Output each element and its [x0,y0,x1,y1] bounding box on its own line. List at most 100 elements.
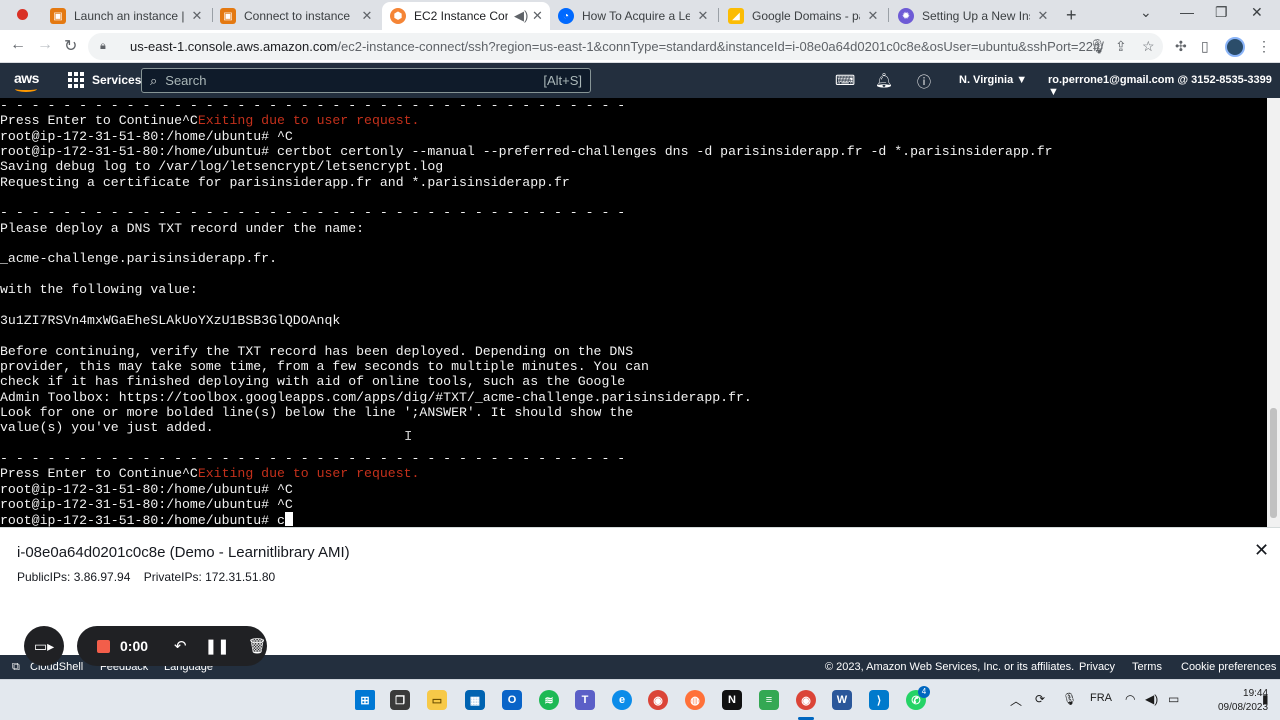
store-icon[interactable]: ▦ [465,690,485,710]
help-icon[interactable]: ⓘ [917,72,931,92]
close-icon[interactable]: ✕ [1036,8,1050,24]
tab-google-domains[interactable]: ◢ Google Domains - parisins ✕ [720,2,888,30]
wifi-icon[interactable]: ◠ [1125,692,1135,706]
word-icon[interactable]: W [832,690,852,710]
cloudshell-footer-icon[interactable]: ⧉ [12,661,20,674]
tab-lets-encrypt[interactable]: ◔ How To Acquire a Let's En ✕ [550,2,718,30]
mute-close-icons[interactable]: ◀) ✕ [514,8,543,24]
notes-icon[interactable]: ≡ [759,690,779,710]
terminal-line-text: Press Enter to Continue^C [0,113,198,129]
terminal-line-text: - - - - - - - - - - - - - - - - - - - - … [0,205,626,221]
cloudshell-icon[interactable]: ⌨︎ [835,72,855,89]
address-bar[interactable]: 🔒︎ us-east-1.console.aws.amazon.com/ec2-… [88,33,1163,60]
privacy-link[interactable]: Privacy [1079,661,1115,673]
tray-chevron-icon[interactable]: ︿ [1010,692,1022,709]
browser-menu-icon[interactable]: ⋮ [1257,38,1271,55]
panel-close-icon[interactable]: ✕ [1254,540,1269,561]
pause-icon[interactable]: ❚❚ [205,637,230,655]
scrollbar-thumb[interactable] [1270,408,1277,518]
tab-label: How To Acquire a Let's En [582,9,690,23]
lock-icon: 🔒︎ [100,40,106,52]
new-tab-icon[interactable]: + [1066,5,1077,26]
teams-icon[interactable]: T [575,690,595,710]
windows-taskbar: ⊞ ❐ ▭ ▦ O ≋ T e ◉ ◍ N ≡ ◉ W ⟩ ✆ 4 ︿ ⟳ 🎙︎… [0,679,1280,720]
chrome-icon[interactable]: ◉ [648,690,668,710]
tab-launch-instance[interactable]: ▣ Launch an instance | EC2 M ✕ [42,2,212,30]
side-panel-icon[interactable]: ▯ [1201,38,1209,55]
tab-connect-instance[interactable]: ▣ Connect to instance | EC2 ✕ [212,2,382,30]
terminal-line-text: root@ip-172-31-51-80:/home/ubuntu# ^C [0,496,293,512]
tab-label: EC2 Instance Connect [414,9,508,23]
maximize-icon[interactable]: ❐ [1215,4,1228,21]
minimize-icon[interactable]: — [1180,4,1194,20]
notifications-icon[interactable]: ▮ [1262,692,1269,706]
notion-icon[interactable]: N [722,690,742,710]
tab-label: Google Domains - parisins [752,9,860,23]
terminal-line-text: root@ip-172-31-51-80:/home/ubuntu# certb… [0,144,1053,160]
terminal-line-text: Please deploy a DNS TXT record under the… [0,220,365,236]
private-ips: PrivateIPs: 172.31.51.80 [143,570,276,584]
notification-badge: 4 [918,686,930,698]
terminal-line: provider, this may take some time, from … [0,359,1267,374]
terminal-scrollbar[interactable] [1267,98,1280,527]
ssh-terminal[interactable]: - - - - - - - - - - - - - - - - - - - - … [0,98,1267,527]
notifications-bell-icon[interactable]: 🔔︎ [875,72,893,89]
system-clock[interactable]: 19:44 09/08/2023 [1218,687,1268,715]
search-placeholder: Search [165,73,207,88]
terminal-line: _acme-challenge.parisinsiderapp.fr. [0,251,1267,266]
tray-microphone-icon[interactable]: 🎙︎ [1062,692,1077,706]
services-label: Services [92,73,142,87]
tab-search-chevron-icon[interactable]: ⌄ [1140,4,1152,21]
tab-setting-up-instance[interactable]: ✹ Setting Up a New Instance ✕ [890,2,1058,30]
terminal-line-text: Saving debug log to /var/log/letsencrypt… [0,159,444,175]
close-icon[interactable]: ✕ [190,8,204,24]
windows-start-icon[interactable]: ⊞ [355,690,375,710]
chrome-active-icon[interactable]: ◉ [796,690,816,710]
window-close-icon[interactable]: ✕ [1251,4,1263,21]
close-icon[interactable]: ✕ [360,8,374,24]
gear-purple-icon: ✹ [898,8,914,24]
camera-toggle-button[interactable]: ▭▸ [24,626,64,666]
aws-logo[interactable]: aws [14,70,39,92]
forward-icon[interactable]: → [37,36,53,54]
outlook-icon[interactable]: O [502,690,522,710]
battery-icon[interactable]: ▭ [1168,692,1179,706]
recording-timer: 0:00 [120,638,149,654]
trash-icon[interactable]: 🗑︎ [248,637,267,655]
extensions-icon[interactable]: ✣ [1175,38,1187,55]
search-input[interactable]: ⌕ Search [Alt+S] [141,68,591,93]
undo-icon[interactable]: ↶ [174,637,187,655]
instance-ips: PublicIPs: 3.86.97.94 PrivateIPs: 172.31… [17,570,285,584]
recording-indicator-icon [17,9,28,20]
microphone-icon[interactable]: 🎙︎ [1089,38,1107,55]
file-explorer-icon[interactable]: ▭ [427,690,447,710]
terminal-line: check if it has finished deploying with … [0,374,1267,389]
close-icon[interactable]: ✕ [696,8,710,24]
bookmark-star-icon[interactable]: ☆ [1142,38,1155,55]
services-menu[interactable]: Services [68,72,141,88]
region-selector[interactable]: N. Virginia ▼ [959,74,1027,86]
cookie-preferences-link[interactable]: Cookie preferences [1181,661,1276,673]
back-icon[interactable]: ← [10,36,26,54]
spotify-icon[interactable]: ≋ [539,690,559,710]
terminal-line-text: _acme-challenge.parisinsiderapp.fr. [0,251,277,267]
task-view-icon[interactable]: ❐ [390,690,410,710]
tab-ec2-instance-connect[interactable]: ⬢ EC2 Instance Connect ◀) ✕ [382,2,550,30]
account-menu[interactable]: ro.perrone1@gmail.com @ 3152-8535-3399 ▼ [1048,74,1280,98]
share-icon[interactable]: ⇪ [1115,38,1127,55]
input-language[interactable]: FRA [1090,692,1112,704]
reload-icon[interactable]: ↻ [64,36,77,56]
close-icon[interactable]: ✕ [866,8,880,24]
terms-link[interactable]: Terms [1132,661,1162,673]
sync-icon[interactable]: ⟳ [1035,692,1045,706]
volume-icon[interactable]: ◀) [1145,692,1158,706]
browser-tab-strip: ▣ Launch an instance | EC2 M ✕ ▣ Connect… [0,0,1280,30]
stop-recording-icon[interactable] [97,639,110,653]
profile-avatar[interactable] [1225,37,1245,57]
vscode-icon[interactable]: ⟩ [869,690,889,710]
terminal-line: root@ip-172-31-51-80:/home/ubuntu# ^C [0,129,1267,144]
firefox-icon[interactable]: ◍ [685,690,705,710]
edge-icon[interactable]: e [612,690,632,710]
